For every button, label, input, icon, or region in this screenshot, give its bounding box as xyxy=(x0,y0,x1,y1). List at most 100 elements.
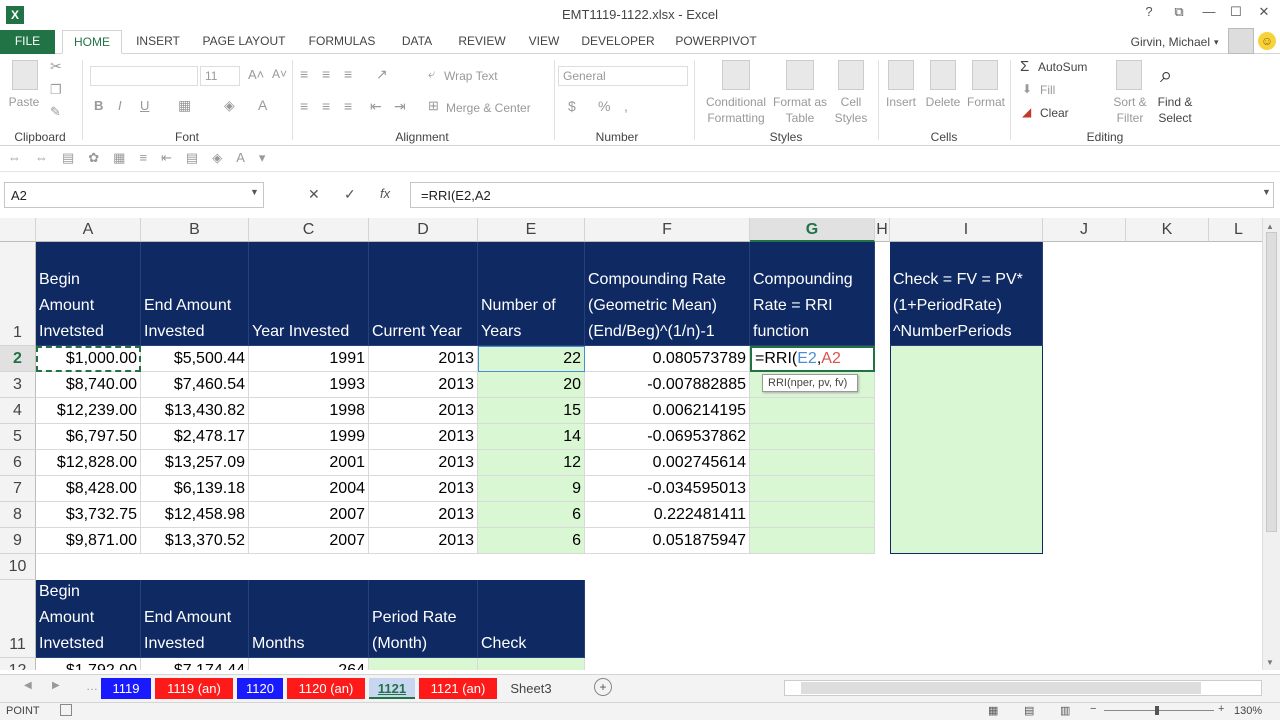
enter-formula-button[interactable]: ✓ xyxy=(344,186,356,203)
cell-d6[interactable]: 2013 xyxy=(369,450,478,476)
increase-indent-icon[interactable]: ⇥ xyxy=(394,98,406,115)
row-header-6[interactable]: 6 xyxy=(0,450,36,476)
maximize-button[interactable]: ☐ xyxy=(1225,4,1247,24)
cell-d8[interactable]: 2013 xyxy=(369,502,478,528)
check-fv-column[interactable] xyxy=(890,346,1043,554)
column-header-j[interactable]: J xyxy=(1043,218,1126,242)
wrap-text-icon[interactable]: ⤶ xyxy=(428,66,435,82)
horizontal-scrollbar[interactable] xyxy=(784,680,1262,696)
column-header-i[interactable]: I xyxy=(890,218,1043,242)
cell-f4[interactable]: 0.006214195 xyxy=(585,398,750,424)
cell-f3[interactable]: -0.007882885 xyxy=(585,372,750,398)
minimize-button[interactable]: — xyxy=(1198,4,1220,24)
cell-b6[interactable]: $13,257.09 xyxy=(141,450,249,476)
page-layout-view-icon[interactable]: ▤ xyxy=(1024,704,1034,717)
cell-d2[interactable]: 2013 xyxy=(369,346,478,372)
cell-b2[interactable]: $5,500.44 xyxy=(141,346,249,372)
cell-a6[interactable]: $12,828.00 xyxy=(36,450,141,476)
format-as-table-icon[interactable] xyxy=(786,60,814,90)
insert-cells-icon[interactable] xyxy=(888,60,914,90)
user-name[interactable]: Girvin, Michael xyxy=(1110,32,1210,52)
cell-e6[interactable]: 12 xyxy=(478,450,585,476)
close-button[interactable]: ✕ xyxy=(1253,4,1275,24)
header2-begin-amount[interactable]: Begin Amount Invetsted xyxy=(36,580,141,658)
cell-c3[interactable]: 1993 xyxy=(249,372,369,398)
cell-g7[interactable] xyxy=(750,476,875,502)
cell-g8[interactable] xyxy=(750,502,875,528)
row-header-4[interactable]: 4 xyxy=(0,398,36,424)
add-sheet-button[interactable]: + xyxy=(594,678,612,696)
copy-icon[interactable]: ❐ xyxy=(50,82,62,98)
cell-b12[interactable]: $7,174.44 xyxy=(141,658,249,670)
tab-view[interactable]: VIEW xyxy=(520,30,568,54)
header2-period-rate[interactable]: Period Rate (Month) xyxy=(369,580,478,658)
row-header-12[interactable]: 12 xyxy=(0,658,36,670)
header-number-of-years[interactable]: Number of Years xyxy=(478,242,585,346)
currency-button[interactable]: $ xyxy=(568,98,576,114)
row-header-9[interactable]: 9 xyxy=(0,528,36,554)
avatar[interactable] xyxy=(1228,28,1254,54)
tab-powerpivot[interactable]: POWERPIVOT xyxy=(670,30,762,54)
sort-filter-button[interactable]: Sort & Filter xyxy=(1108,94,1152,126)
tab-review[interactable]: REVIEW xyxy=(452,30,512,54)
scroll-down-icon[interactable]: ▼ xyxy=(1266,658,1274,667)
align-middle-icon[interactable]: ≡ xyxy=(322,66,330,82)
underline-button[interactable]: U xyxy=(140,98,149,113)
cell-a12[interactable]: $1,792.00 xyxy=(36,658,141,670)
cell-c9[interactable]: 2007 xyxy=(249,528,369,554)
row-header-1[interactable]: 1 xyxy=(0,242,36,346)
cell-f6[interactable]: 0.002745614 xyxy=(585,450,750,476)
tab-file[interactable]: FILE xyxy=(0,30,55,54)
cell-d5[interactable]: 2013 xyxy=(369,424,478,450)
row-header-10[interactable]: 10 xyxy=(0,554,36,580)
cell-c5[interactable]: 1999 xyxy=(249,424,369,450)
align-left-icon[interactable]: ≡ xyxy=(300,98,308,114)
column-header-g[interactable]: G xyxy=(750,218,875,242)
paste-button[interactable]: Paste xyxy=(4,94,44,110)
sheet-tab-1120-an-[interactable]: 1120 (an) xyxy=(287,678,365,699)
column-header-d[interactable]: D xyxy=(369,218,478,242)
zoom-slider[interactable] xyxy=(1104,710,1214,711)
cut-icon[interactable]: ✂ xyxy=(50,58,62,75)
fill-icon[interactable]: ⬇ xyxy=(1022,82,1032,96)
smiley-feedback-icon[interactable]: ☺ xyxy=(1258,32,1276,50)
tab-data[interactable]: DATA xyxy=(392,30,442,54)
cell-e3[interactable]: 20 xyxy=(478,372,585,398)
row-header-2[interactable]: 2 xyxy=(0,346,36,372)
insert-function-button[interactable]: fx xyxy=(380,186,390,201)
tab-developer[interactable]: DEVELOPER xyxy=(576,30,660,54)
row-header-8[interactable]: 8 xyxy=(0,502,36,528)
comma-button[interactable]: , xyxy=(624,98,628,114)
chevron-down-icon[interactable]: ▾ xyxy=(1214,32,1224,52)
cell-d4[interactable]: 2013 xyxy=(369,398,478,424)
number-format-select[interactable]: General xyxy=(558,66,688,86)
fill-color-icon[interactable]: ◈ xyxy=(224,97,235,114)
bold-button[interactable]: B xyxy=(94,98,103,113)
cell-a5[interactable]: $6,797.50 xyxy=(36,424,141,450)
toolbar-icons[interactable]: ⇔⇔▤✿▦≡⇤▤◈A▾ xyxy=(8,150,279,166)
header-year-invested[interactable]: Year Invested xyxy=(249,242,369,346)
borders-icon[interactable]: ▦ xyxy=(178,97,191,114)
header2-end-amount[interactable]: End Amount Invested xyxy=(141,580,249,658)
insert-cells-button[interactable]: Insert xyxy=(880,94,922,110)
ribbon-display-button[interactable]: ⧉ xyxy=(1168,4,1190,24)
cell-a4[interactable]: $12,239.00 xyxy=(36,398,141,424)
align-center-icon[interactable]: ≡ xyxy=(322,98,330,114)
cell-d9[interactable]: 2013 xyxy=(369,528,478,554)
align-top-icon[interactable]: ≡ xyxy=(300,66,308,82)
name-box[interactable]: A2 xyxy=(4,182,264,208)
column-header-f[interactable]: F xyxy=(585,218,750,242)
tab-home[interactable]: HOME xyxy=(62,30,122,54)
binoculars-icon[interactable]: ⌕ xyxy=(1160,62,1172,88)
function-tooltip[interactable]: RRI(nper, pv, fv) xyxy=(762,374,858,392)
column-header-c[interactable]: C xyxy=(249,218,369,242)
column-header-l[interactable]: L xyxy=(1209,218,1262,242)
tab-page-layout[interactable]: PAGE LAYOUT xyxy=(196,30,292,54)
row-header-11[interactable]: 11 xyxy=(0,580,36,658)
header2-check[interactable]: Check xyxy=(478,580,585,658)
wrap-text-button[interactable]: Wrap Text xyxy=(444,68,498,84)
sheet-tab-1120[interactable]: 1120 xyxy=(237,678,283,699)
format-as-table-button[interactable]: Format as Table xyxy=(770,94,830,126)
decrease-indent-icon[interactable]: ⇤ xyxy=(370,98,382,115)
zoom-level[interactable]: 130% xyxy=(1234,705,1262,717)
